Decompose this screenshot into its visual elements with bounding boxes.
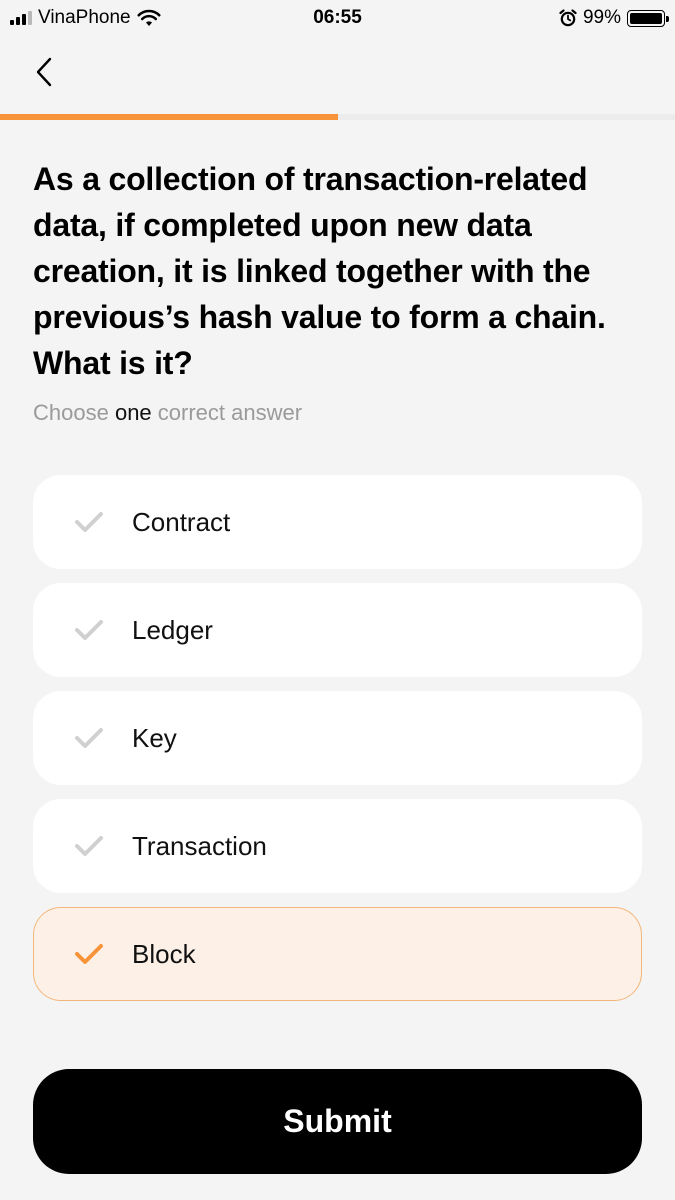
option-key[interactable]: Key <box>33 691 642 785</box>
carrier-name: VinaPhone <box>38 7 131 28</box>
status-left: VinaPhone <box>10 7 161 29</box>
question-text: As a collection of transaction-related d… <box>33 161 606 381</box>
chevron-left-icon <box>36 57 52 87</box>
cellular-signal-icon <box>10 11 32 25</box>
option-label: Contract <box>132 506 231 537</box>
status-bar: VinaPhone 06:55 99% <box>0 0 675 36</box>
check-icon <box>72 721 106 755</box>
hint-prefix: Choose <box>33 400 115 425</box>
option-transaction[interactable]: Transaction <box>33 799 642 893</box>
status-right: 99% <box>559 7 669 29</box>
answer-hint: Choose one correct answer <box>33 400 302 426</box>
option-label: Block <box>132 938 196 969</box>
progress-fill <box>0 114 338 120</box>
check-icon <box>72 829 106 863</box>
wifi-icon <box>137 9 161 26</box>
progress-bar <box>0 114 675 120</box>
option-label: Ledger <box>132 614 213 645</box>
back-button[interactable] <box>22 50 66 94</box>
battery-icon <box>627 9 669 27</box>
check-icon <box>72 505 106 539</box>
check-icon <box>72 613 106 647</box>
alarm-clock-icon <box>559 9 577 27</box>
option-ledger[interactable]: Ledger <box>33 583 642 677</box>
option-label: Key <box>132 722 177 753</box>
option-contract[interactable]: Contract <box>33 475 642 569</box>
check-icon <box>72 937 106 971</box>
option-block[interactable]: Block <box>33 907 642 1001</box>
hint-suffix: correct answer <box>151 400 303 425</box>
battery-percent: 99% <box>582 7 621 28</box>
hint-emphasis: one <box>114 400 152 425</box>
submit-button[interactable]: Submit <box>33 1069 642 1174</box>
option-label: Transaction <box>132 830 267 861</box>
answer-options: Contract Ledger Key Transaction Block <box>33 475 642 1015</box>
